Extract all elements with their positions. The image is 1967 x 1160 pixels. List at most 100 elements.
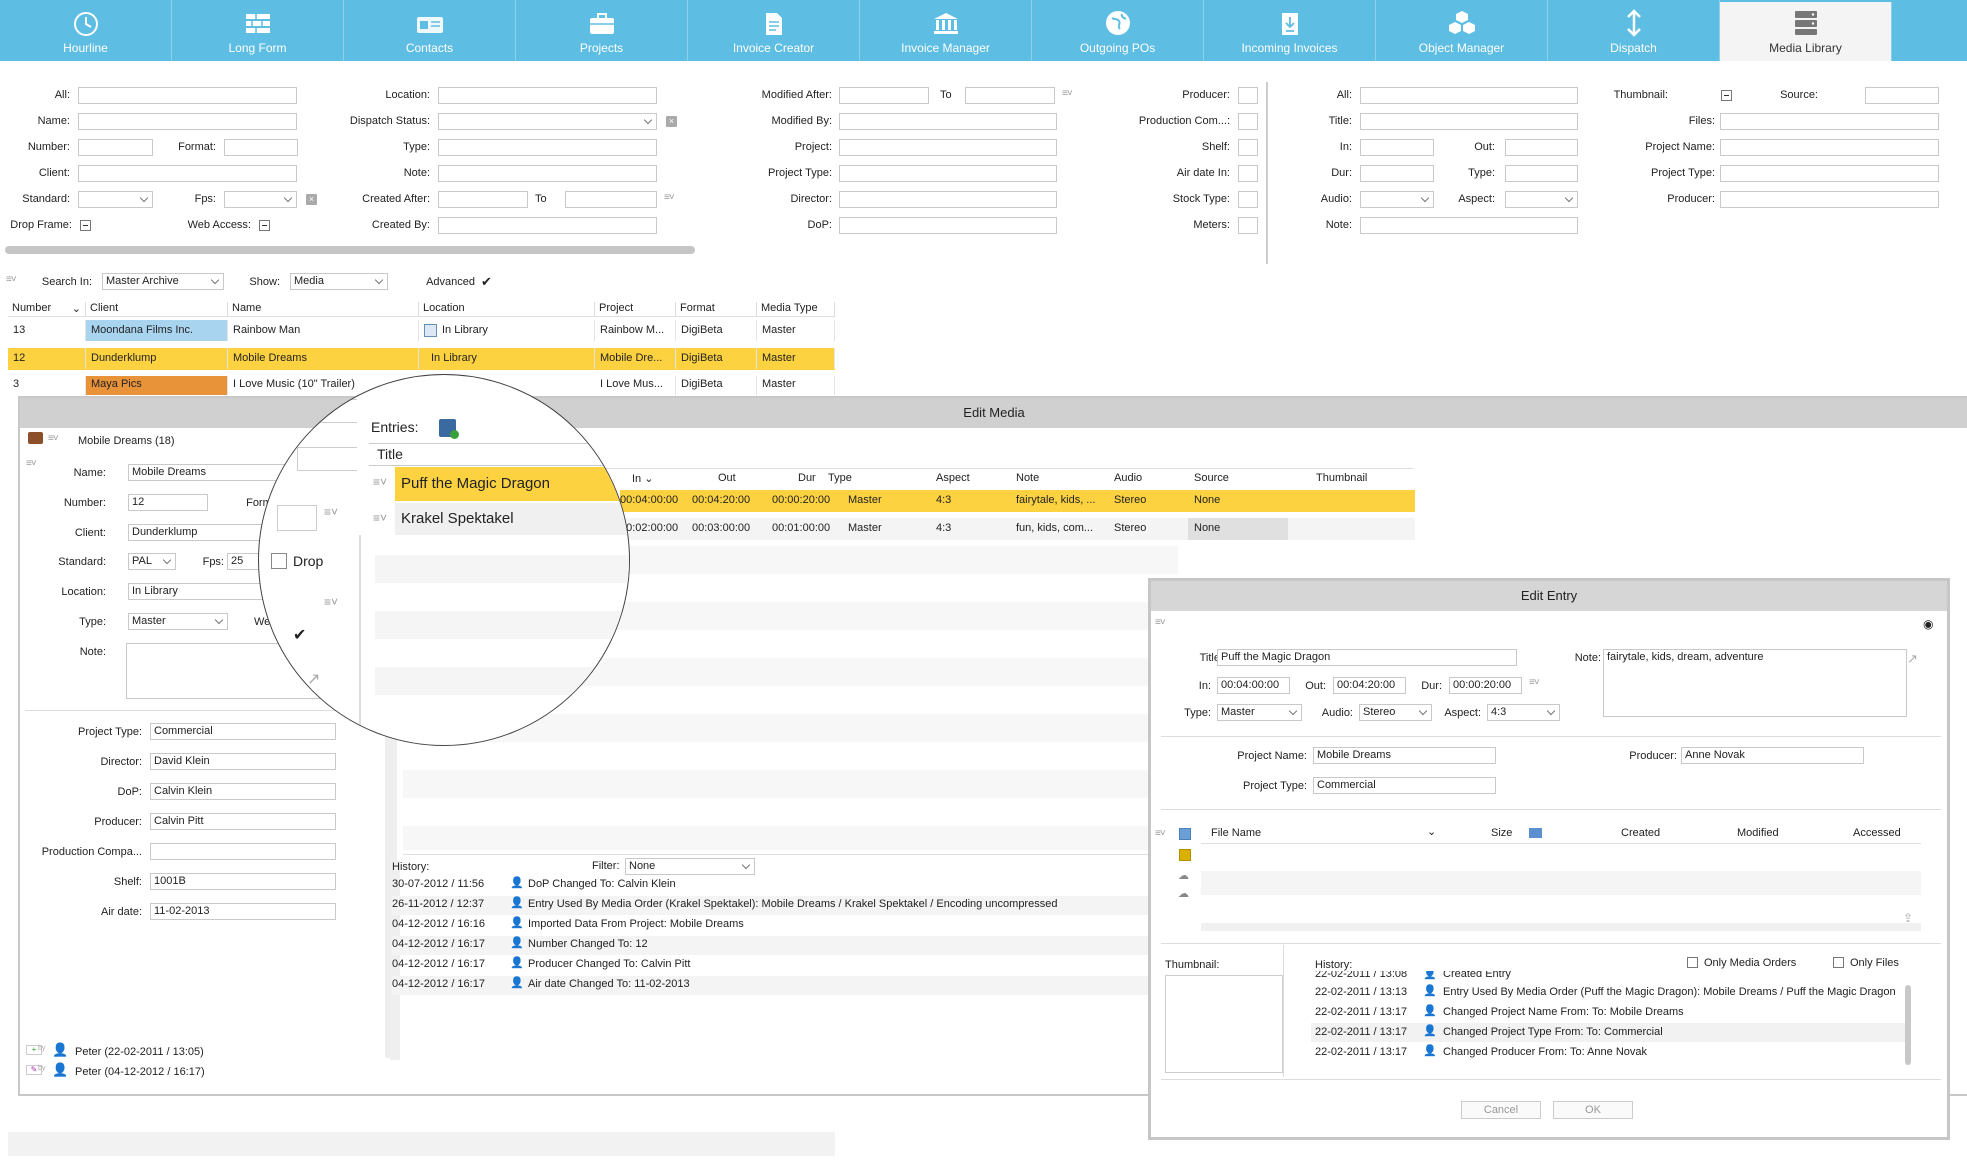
- name-input[interactable]: [78, 113, 297, 130]
- nav-invoice-creator[interactable]: Invoice Creator: [688, 0, 860, 61]
- horizontal-scrollbar[interactable]: [5, 246, 695, 254]
- number-input[interactable]: 12: [128, 494, 208, 511]
- nav-projects[interactable]: Projects: [516, 0, 688, 61]
- menu-icon[interactable]: ≡˅: [373, 475, 387, 489]
- project-type-input[interactable]: [839, 165, 1057, 182]
- all-input[interactable]: [78, 87, 297, 104]
- column-header-number[interactable]: Number ⌄: [8, 302, 86, 317]
- column-header-in[interactable]: In ⌄: [632, 472, 653, 485]
- nav-long-form[interactable]: Long Form: [172, 0, 344, 61]
- column-header-title[interactable]: Title: [377, 446, 403, 462]
- show-select[interactable]: Media: [290, 273, 388, 290]
- fps-select[interactable]: [224, 191, 297, 208]
- only-media-orders-checkbox[interactable]: [1687, 957, 1698, 968]
- project-type-input[interactable]: [1720, 165, 1939, 182]
- standard-select[interactable]: [78, 191, 153, 208]
- dispatch-status-select[interactable]: [438, 113, 657, 130]
- type-select[interactable]: Master: [128, 613, 228, 630]
- menu-icon[interactable]: ≡˅: [1155, 828, 1166, 839]
- clear-icon[interactable]: ×: [306, 194, 317, 205]
- client-input[interactable]: [78, 165, 297, 182]
- modified-after-input[interactable]: [839, 87, 929, 104]
- add-file-icon[interactable]: [1179, 828, 1191, 840]
- dop-input[interactable]: [839, 217, 1057, 234]
- stock-type-input[interactable]: [1238, 191, 1258, 208]
- filter-select[interactable]: None: [625, 858, 755, 875]
- entry-title-selected[interactable]: Puff the Magic Dragon: [395, 467, 629, 501]
- column-header-type[interactable]: Type: [828, 472, 852, 484]
- column-header-size[interactable]: Size: [1491, 827, 1512, 839]
- column-header-project[interactable]: Project: [595, 302, 676, 317]
- column-header-client[interactable]: Client: [86, 302, 228, 317]
- production-company-input[interactable]: [150, 843, 336, 860]
- menu-icon[interactable]: ≡˅: [1529, 677, 1540, 688]
- column-header-name[interactable]: Name: [228, 302, 419, 317]
- producer-input[interactable]: [1238, 87, 1258, 104]
- nav-object-manager[interactable]: Object Manager: [1376, 0, 1548, 61]
- column-header-media-type[interactable]: Media Type: [757, 302, 835, 317]
- thumbnail-box[interactable]: [1165, 975, 1283, 1073]
- producer-input[interactable]: [1720, 191, 1939, 208]
- column-header-thumbnail[interactable]: Thumbnail: [1316, 472, 1367, 484]
- producer-input[interactable]: Anne Novak: [1681, 747, 1864, 764]
- entry-title-input[interactable]: [1360, 113, 1578, 130]
- vertical-scrollbar[interactable]: [1905, 985, 1911, 1065]
- export-icon[interactable]: ⇪: [1903, 911, 1913, 925]
- save-entry-icon[interactable]: [439, 419, 459, 439]
- air-date-in-input[interactable]: [1238, 165, 1258, 182]
- nav-invoice-manager[interactable]: Invoice Manager: [860, 0, 1032, 61]
- web-access-checkbox[interactable]: ✔: [293, 625, 306, 645]
- column-header-source[interactable]: Source: [1194, 472, 1229, 484]
- column-header-aspect[interactable]: Aspect: [936, 472, 970, 484]
- table-row-selected[interactable]: 12 Dunderklump Mobile Dreams In Library …: [8, 348, 835, 370]
- column-header-out[interactable]: Out: [718, 472, 736, 484]
- entry-out-input[interactable]: [1505, 139, 1578, 156]
- menu-icon[interactable]: ≡˅: [26, 458, 37, 469]
- entry-aspect-select[interactable]: [1505, 191, 1578, 208]
- cloud-upload-icon[interactable]: ☁: [1178, 869, 1189, 882]
- note-input[interactable]: [438, 165, 657, 182]
- ok-button[interactable]: OK: [1553, 1101, 1633, 1119]
- cloud-download-icon[interactable]: ☁: [1178, 887, 1189, 900]
- column-header-audio[interactable]: Audio: [1114, 472, 1142, 484]
- menu-icon[interactable]: ≡˅: [48, 433, 59, 444]
- nav-incoming-invoices[interactable]: Incoming Invoices: [1204, 0, 1376, 61]
- nav-outgoing-pos[interactable]: Outgoing POs: [1032, 0, 1204, 61]
- client-input[interactable]: Dunderklump: [128, 524, 278, 541]
- menu-icon[interactable]: ≡˅: [1155, 617, 1166, 628]
- location-input[interactable]: In Library: [128, 583, 278, 600]
- menu-icon[interactable]: ≡˅: [6, 274, 17, 285]
- files-input[interactable]: [1720, 113, 1939, 130]
- nav-dispatch[interactable]: Dispatch: [1548, 0, 1720, 61]
- created-by-input[interactable]: [438, 217, 657, 234]
- menu-icon[interactable]: ≡˅: [1062, 88, 1073, 99]
- standard-select[interactable]: PAL: [128, 553, 176, 570]
- modified-to-input[interactable]: [965, 87, 1055, 104]
- in-input[interactable]: 00:04:00:00: [1217, 677, 1290, 694]
- shelf-input[interactable]: 1001B: [150, 873, 336, 890]
- created-to-input[interactable]: [565, 191, 657, 208]
- entry-type-input[interactable]: [1505, 165, 1578, 182]
- thumbnail-checkbox[interactable]: [1721, 90, 1732, 101]
- shelf-input[interactable]: [1238, 139, 1258, 156]
- drop-frame-checkbox[interactable]: [80, 220, 91, 231]
- location-input[interactable]: [438, 87, 657, 104]
- column-header-file-name[interactable]: File Name: [1211, 827, 1261, 839]
- nav-hourline[interactable]: Hourline: [0, 0, 172, 61]
- number-input[interactable]: [78, 139, 153, 156]
- external-link-icon[interactable]: ↗: [307, 669, 320, 689]
- director-input[interactable]: David Klein: [150, 753, 336, 770]
- format-input[interactable]: [277, 505, 317, 531]
- column-header-modified[interactable]: Modified: [1737, 827, 1779, 839]
- column-header-location[interactable]: Location: [419, 302, 595, 317]
- column-header-accessed[interactable]: Accessed: [1853, 827, 1923, 839]
- format-input[interactable]: [224, 139, 298, 156]
- menu-icon[interactable]: ≡˅: [373, 511, 387, 525]
- production-com-input[interactable]: [1238, 113, 1258, 130]
- project-name-input[interactable]: Mobile Dreams: [1313, 747, 1496, 764]
- folder-icon[interactable]: [1179, 849, 1191, 861]
- column-header-dur[interactable]: Dur: [798, 472, 816, 484]
- dop-input[interactable]: Calvin Klein: [150, 783, 336, 800]
- title-input[interactable]: Puff the Magic Dragon: [1217, 649, 1517, 666]
- menu-icon[interactable]: ≡˅: [324, 505, 338, 519]
